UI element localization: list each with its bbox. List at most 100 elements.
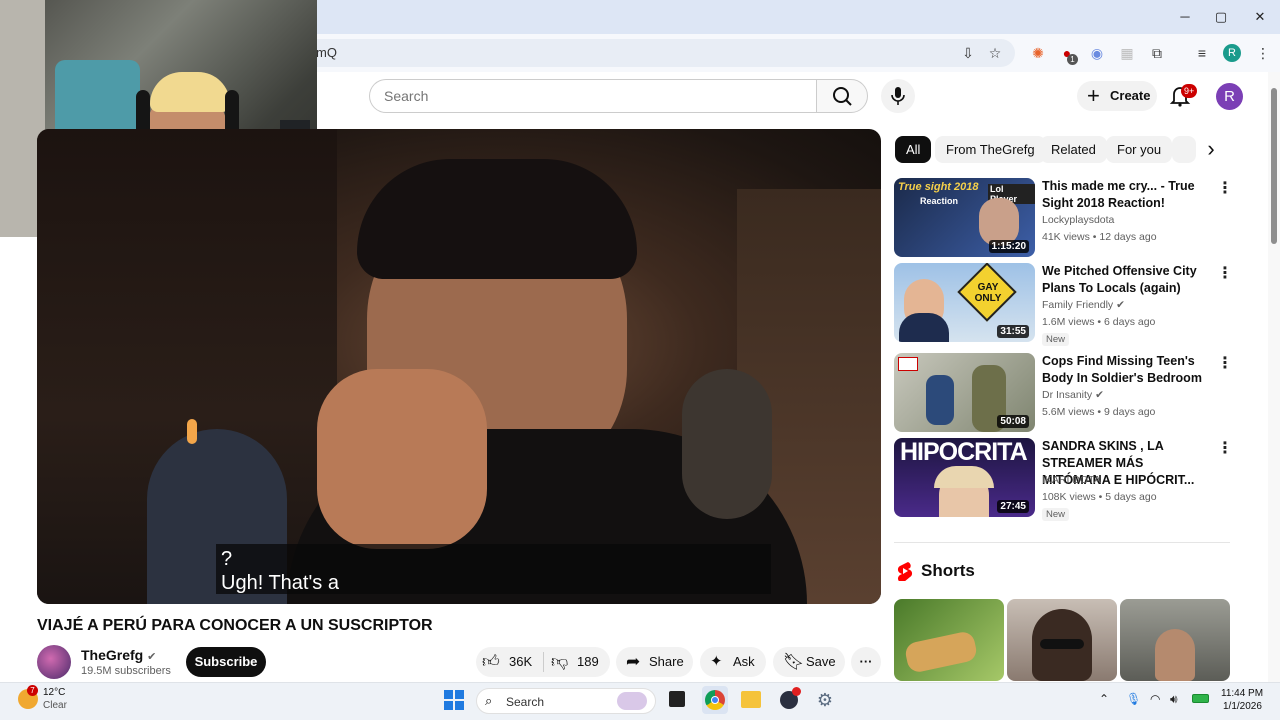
- chip-more-partial[interactable]: [1172, 136, 1196, 163]
- extension-orange-icon[interactable]: ✺: [1029, 44, 1047, 62]
- ask-label: Ask: [733, 654, 755, 669]
- voice-search-button[interactable]: [881, 79, 915, 113]
- duration-badge: 50:08: [997, 415, 1029, 428]
- chip-for-you[interactable]: For you: [1106, 136, 1173, 163]
- scrollbar-thumb[interactable]: [1271, 88, 1277, 244]
- extension-grey-icon[interactable]: ▦: [1118, 44, 1136, 62]
- media-control-icon[interactable]: ≡: [1193, 44, 1211, 62]
- channel-name[interactable]: TheGrefg ✔: [81, 647, 156, 663]
- related-channel-3[interactable]: Dr Insanity ✔: [1042, 389, 1104, 401]
- short-thumb-1[interactable]: [894, 599, 1004, 681]
- related-title-3[interactable]: Cops Find Missing Teen's Body In Soldier…: [1042, 353, 1212, 387]
- related-channel-2[interactable]: Family Friendly ✔: [1042, 299, 1125, 311]
- create-button[interactable]: + Create: [1077, 81, 1157, 111]
- duration-badge: 27:45: [997, 500, 1029, 513]
- weather-temperature[interactable]: 12°C: [43, 687, 65, 698]
- verified-icon: ✔: [1095, 389, 1104, 401]
- verified-icon: ✔: [147, 651, 157, 663]
- clock-date[interactable]: 1/1/2026: [1223, 701, 1262, 712]
- windows-start-icon[interactable]: [444, 690, 464, 710]
- more-vert-icon[interactable]: ⋮: [1217, 263, 1233, 282]
- related-thumb-1[interactable]: True sight 2018 Lol Player Reaction 1:15…: [894, 178, 1035, 257]
- subscribe-button[interactable]: Subscribe: [186, 647, 266, 677]
- battery-icon[interactable]: [1192, 694, 1209, 703]
- caption-line-1: ?: [221, 548, 233, 570]
- weather-badge: 7: [27, 685, 38, 696]
- account-avatar[interactable]: R: [1216, 83, 1243, 110]
- chip-related[interactable]: Related: [1040, 136, 1107, 163]
- channel-name-text: TheGrefg: [81, 647, 144, 663]
- plus-icon: +: [1087, 83, 1100, 108]
- short-thumb-3[interactable]: [1120, 599, 1230, 681]
- chip-from-thegrefg[interactable]: From TheGrefg: [935, 136, 1046, 163]
- install-app-icon[interactable]: ⇩: [959, 44, 977, 62]
- maximize-button[interactable]: ▢: [1208, 6, 1234, 28]
- channel-text: Family Friendly: [1042, 299, 1114, 311]
- wifi-icon[interactable]: ◠: [1150, 692, 1160, 706]
- extension-blue-icon[interactable]: ◉: [1088, 44, 1106, 62]
- related-thumb-4[interactable]: HIPOCRITA 27:45: [894, 438, 1035, 517]
- video-player[interactable]: [37, 129, 881, 604]
- channel-text: Dr Insanity: [1042, 389, 1093, 401]
- chip-all[interactable]: All: [895, 136, 932, 163]
- task-view-icon[interactable]: [669, 691, 685, 707]
- related-meta-1: 41K views • 12 days ago: [1042, 231, 1157, 243]
- short-thumb-2[interactable]: [1007, 599, 1117, 681]
- bookmark-star-icon[interactable]: ☆: [986, 44, 1004, 62]
- taskbar-search-label: Search: [506, 695, 545, 709]
- chevron-up-icon[interactable]: ⌃: [1099, 692, 1109, 706]
- share-button[interactable]: ➦ Share: [616, 647, 693, 677]
- dislike-icon[interactable]: 👎︎: [551, 651, 571, 673]
- settings-gear-icon[interactable]: ⚙: [815, 690, 835, 710]
- related-thumb-3[interactable]: 50:08: [894, 353, 1035, 432]
- new-badge: New: [1042, 333, 1070, 346]
- new-badge: New: [1042, 508, 1070, 521]
- clock-time[interactable]: 11:44 PM: [1221, 688, 1263, 699]
- verified-icon: ✔: [1116, 299, 1125, 311]
- chevron-right-icon[interactable]: ›: [1199, 137, 1223, 161]
- related-channel-1[interactable]: Lockyplaysdota: [1042, 214, 1114, 226]
- search-icon: ⌕: [485, 693, 493, 708]
- related-thumb-2[interactable]: GAY ONLY 31:55: [894, 263, 1035, 342]
- more-actions-button[interactable]: ···: [851, 647, 881, 677]
- browser-menu-icon[interactable]: ⋮: [1254, 44, 1272, 62]
- create-label: Create: [1110, 88, 1151, 103]
- like-icon[interactable]: 👍︎: [482, 651, 502, 673]
- address-url-text: mQ: [316, 45, 337, 60]
- dislike-count[interactable]: 189: [577, 654, 599, 669]
- related-meta-2: 1.6M views • 6 days ago: [1042, 316, 1156, 328]
- thumb-text: HIPOCRITA: [900, 438, 1028, 466]
- weather-description[interactable]: Clear: [43, 700, 67, 711]
- related-title-2[interactable]: We Pitched Offensive City Plans To Local…: [1042, 263, 1212, 297]
- video-title: VIAJÉ A PERÚ PARA CONOCER A UN SUSCRIPTO…: [37, 617, 433, 634]
- extensions-puzzle-icon[interactable]: ⧉: [1148, 44, 1166, 62]
- search-box[interactable]: [369, 79, 817, 113]
- search-button[interactable]: [816, 79, 868, 113]
- thumb-text: True sight 2018: [898, 181, 979, 193]
- more-vert-icon[interactable]: ⋮: [1217, 353, 1233, 372]
- close-window-button[interactable]: ✕: [1247, 6, 1273, 28]
- like-count[interactable]: 36K: [509, 654, 532, 669]
- file-explorer-icon[interactable]: [741, 691, 761, 708]
- more-vert-icon[interactable]: ⋮: [1217, 438, 1233, 457]
- address-bar[interactable]: [300, 39, 1015, 67]
- chrome-icon[interactable]: [705, 690, 725, 710]
- microphone-tray-icon[interactable]: 🎙︎: [1126, 692, 1141, 706]
- browser-profile-avatar[interactable]: R: [1223, 44, 1241, 62]
- taskbar-search[interactable]: ⌕ Search: [476, 688, 656, 714]
- ask-button[interactable]: ✦ Ask: [700, 647, 766, 677]
- shorts-icon: [896, 561, 914, 583]
- related-channel-4[interactable]: IKARI DOTA: [1042, 474, 1101, 486]
- search-input[interactable]: [384, 88, 784, 104]
- sparkle-icon: ✦: [710, 653, 723, 670]
- thumb-text: GAY: [977, 282, 999, 293]
- related-meta-4: 108K views • 5 days ago: [1042, 491, 1157, 503]
- caption-line-2: Ugh! That's a: [221, 572, 339, 594]
- channel-avatar[interactable]: [37, 645, 71, 679]
- volume-icon[interactable]: 🔊︎: [1170, 692, 1178, 707]
- related-title-1[interactable]: This made me cry... - True Sight 2018 Re…: [1042, 178, 1212, 212]
- more-vert-icon[interactable]: ⋮: [1217, 178, 1233, 197]
- save-button[interactable]: 🔖︎ Save: [773, 647, 845, 677]
- minimize-button[interactable]: ─: [1172, 6, 1198, 28]
- section-divider: [894, 542, 1230, 543]
